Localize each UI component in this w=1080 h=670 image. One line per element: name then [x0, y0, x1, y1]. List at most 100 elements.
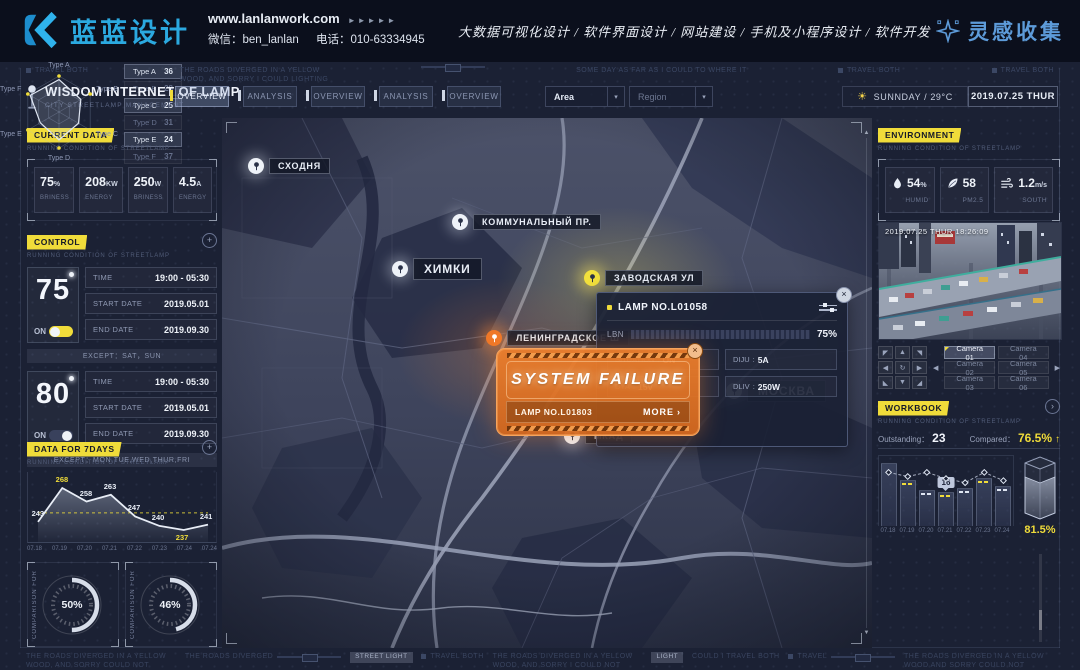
map-corner-bracket: [851, 122, 862, 133]
deco-text: TRAVEL: [797, 652, 827, 661]
workbook-bar: [976, 478, 992, 526]
region-select[interactable]: Region ▾: [629, 86, 713, 107]
workbook-bar: 16: [938, 492, 954, 526]
close-icon[interactable]: ×: [687, 343, 703, 359]
line-chart-value: 263: [104, 482, 117, 491]
sun-icon: ☀: [857, 90, 867, 103]
settings-sliders-icon[interactable]: [819, 303, 837, 313]
tab-analysis-1[interactable]: ANALYSIS: [243, 86, 297, 107]
tab-overview-3[interactable]: OVERVIEW: [447, 86, 501, 107]
time-row[interactable]: TIME 19:00 - 05:30: [85, 267, 217, 288]
environment-frame: 54% HUMID 58 PM2.5: [878, 159, 1060, 221]
deco-text: THE ROADS DIVERGED IN A YELLOW WOOD, AND…: [180, 66, 330, 85]
stat-value: 75: [40, 175, 54, 189]
start-date-row[interactable]: START DATE 2019.05.01: [85, 293, 217, 314]
scroll-up-icon[interactable]: ▲: [864, 130, 870, 136]
camera-image: [879, 223, 1061, 339]
map-corner-bracket: [226, 633, 237, 644]
area-select[interactable]: Area ▾: [545, 86, 625, 107]
deco-text: TRAVEL BOTH: [430, 652, 483, 661]
area-select-value: Area: [546, 92, 607, 102]
except-days: EXCEPT：SAT，SUN: [27, 349, 217, 363]
deco-text: TRAVEL BOTH: [1001, 66, 1054, 75]
start-date-row[interactable]: START DATE 2019.05.01: [85, 397, 217, 418]
pan-up-right-button[interactable]: ◥: [912, 346, 927, 359]
camera-pager-left-icon[interactable]: ◀: [933, 364, 938, 372]
gauge-label: COMPARISON FOR: [32, 570, 38, 640]
more-button[interactable]: MORE›: [643, 407, 681, 417]
right-scrollbar[interactable]: [1039, 554, 1042, 642]
plus-icon[interactable]: +: [202, 440, 217, 455]
pan-down-left-button[interactable]: ◣: [878, 376, 893, 389]
panel-badge: CONTROL: [27, 235, 87, 250]
camera-controls: ◤ ▲ ◥ ◀ ↻ ▶ ◣ ▼ ◢ ◀ Camera 01 Camera 04 …: [878, 346, 1060, 389]
line-chart-x-axis: 07.1807.1907.2007.2107.2207.2307.2407.24: [27, 546, 217, 552]
plus-icon[interactable]: +: [202, 233, 217, 248]
map-pin-kommunalny[interactable]: КОММУНАЛЬНЫЙ ПР.: [452, 214, 601, 230]
panel-badge: WORKBOOK: [878, 401, 949, 416]
stat-unit: KW: [106, 181, 118, 188]
radar-axis-label: Type A: [48, 62, 69, 69]
leaf-icon: [947, 177, 959, 189]
gauge-label: COMPARISON FOR: [130, 570, 136, 640]
brand-name: 蓝蓝设计: [70, 11, 190, 50]
radar-axis-label: Type C: [96, 131, 118, 138]
env-value: 54: [907, 176, 920, 190]
brightness-value: 80: [33, 374, 73, 414]
field-label: END DATE: [93, 429, 134, 438]
chevron-down-icon: ▾: [695, 87, 712, 106]
dashboard-header: WISDOM INTERNET OF LAMP CITY STREETLAMP …: [26, 84, 1058, 112]
pan-down-right-button[interactable]: ◢: [912, 376, 927, 389]
pan-right-button[interactable]: ▶: [912, 361, 927, 374]
lbn-progress-bar[interactable]: [631, 330, 810, 339]
lbn-progress-row: LBN 75%: [607, 329, 837, 340]
pan-down-button[interactable]: ▼: [895, 376, 910, 389]
close-icon[interactable]: ×: [836, 287, 852, 303]
camera-02-button[interactable]: Camera 02: [944, 361, 995, 374]
square-icon: [788, 654, 793, 659]
workbook-bar: [881, 463, 897, 526]
camera-pager-right-icon[interactable]: ▶: [1055, 364, 1060, 372]
map-pin-skhodnya[interactable]: СХОДНЯ: [248, 158, 330, 174]
camera-01-button[interactable]: Camera 01: [944, 346, 995, 359]
line-chart-x-label: 07.20: [77, 546, 92, 552]
camera-05-button[interactable]: Camera 05: [998, 361, 1049, 374]
lamp-indicator-icon: [69, 376, 74, 381]
popup-title: LAMP NO.L01058: [618, 302, 813, 313]
end-date-row[interactable]: END DATE 2019.09.30: [85, 319, 217, 340]
power-toggle[interactable]: [49, 326, 73, 337]
reset-view-button[interactable]: ↻: [895, 361, 910, 374]
panel-subtitle: RUNNING CONDITION OF STREETLAMP: [27, 253, 217, 259]
time-row[interactable]: TIME 19:00 - 05:30: [85, 371, 217, 392]
inspiration-collect[interactable]: 灵感收集: [936, 16, 1064, 46]
brand-phone: 电话：010-63334945: [316, 34, 425, 46]
scroll-handle[interactable]: [1039, 610, 1042, 630]
gauge-percent: 81.5%: [1024, 524, 1055, 536]
brightness-box: 80 ON: [27, 371, 79, 447]
field-value: 19:00 - 05:30: [155, 377, 209, 387]
tab-analysis-2[interactable]: ANALYSIS: [379, 86, 433, 107]
camera-04-button[interactable]: Camera 04: [998, 346, 1049, 359]
deco-text: THE ROADS DIVERGED: [185, 652, 273, 661]
scroll-down-icon[interactable]: ▼: [864, 630, 870, 636]
chevron-right-icon[interactable]: ›: [1045, 399, 1060, 414]
tab-overview-2[interactable]: OVERVIEW: [311, 86, 365, 107]
city-map[interactable]: ▲ ▼ СХОДНЯ КОММУНАЛЬНЫЙ ПР. ХИМКИ ЗАВОДС…: [222, 118, 872, 648]
humidity-card: 54% HUMID: [885, 167, 935, 213]
map-pin-khimki[interactable]: ХИМКИ: [392, 258, 482, 280]
brand-website[interactable]: www.lanlanwork.com: [208, 11, 340, 26]
tab-overview-1[interactable]: OVERVIEW: [175, 86, 229, 107]
line-chart-x-label: 07.22: [127, 546, 142, 552]
radar-axis-label: Type D: [48, 155, 70, 162]
workbook-x-label: 07.20: [918, 528, 934, 534]
camera-06-button[interactable]: Camera 06: [998, 376, 1049, 389]
workbook-stats: Outstanding： 23 Compared： 76.5% ↑: [878, 431, 1060, 449]
pan-up-button[interactable]: ▲: [895, 346, 910, 359]
camera-feed[interactable]: 2019.07.25 THUR 18:26:09: [878, 222, 1062, 340]
lamp-pin-icon: [452, 214, 468, 230]
map-pin-zavodskaya[interactable]: ЗАВОДСКАЯ УЛ: [584, 270, 703, 286]
pan-left-button[interactable]: ◀: [878, 361, 893, 374]
camera-03-button[interactable]: Camera 03: [944, 376, 995, 389]
pan-up-left-button[interactable]: ◤: [878, 346, 893, 359]
map-scrollbar[interactable]: ▲ ▼: [863, 130, 870, 636]
